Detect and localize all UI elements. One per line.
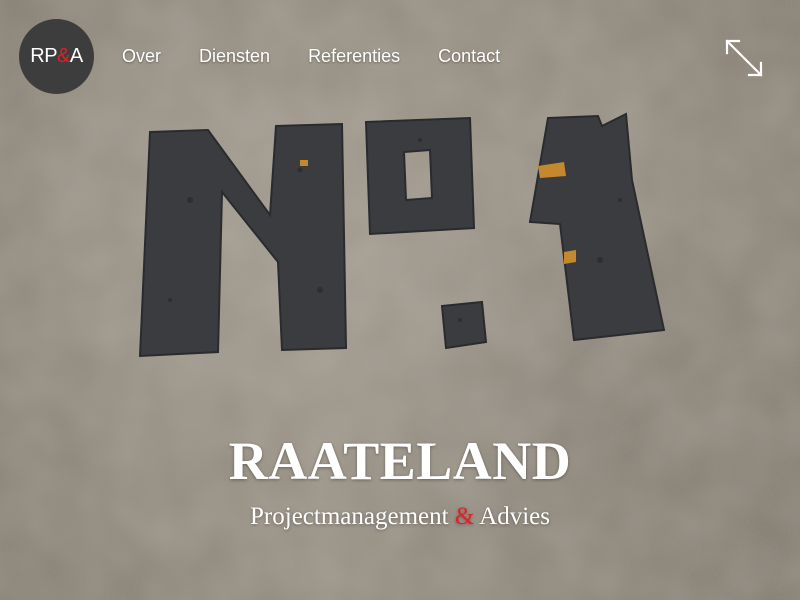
- logo-text-right: A: [69, 45, 83, 67]
- logo[interactable]: RP & A: [19, 19, 94, 94]
- page-title: RAATELAND: [228, 431, 572, 491]
- nav-item-referenties[interactable]: Referenties: [308, 45, 400, 67]
- nav-item-over[interactable]: Over: [122, 45, 161, 67]
- nav-item-diensten[interactable]: Diensten: [199, 45, 270, 67]
- letter-o-shape: [364, 116, 476, 236]
- subtitle-part1: Projectmanagement: [250, 503, 449, 530]
- dot-shape: [440, 300, 488, 350]
- subtitle-part2: Advies: [479, 503, 550, 530]
- nav-item-contact[interactable]: Contact: [438, 45, 500, 67]
- fullscreen-button[interactable]: [722, 36, 766, 80]
- expand-arrows-icon: [725, 39, 763, 77]
- logo-text-left: RP: [30, 45, 58, 67]
- page-subtitle: Projectmanagement & Advies: [0, 503, 800, 531]
- main-nav: Over Diensten Referenties Contact: [122, 45, 500, 67]
- letter-n-shape: [138, 122, 348, 358]
- logo-ampersand: &: [57, 45, 70, 67]
- subtitle-ampersand: &: [454, 503, 475, 530]
- digit-one-shape: [528, 112, 666, 342]
